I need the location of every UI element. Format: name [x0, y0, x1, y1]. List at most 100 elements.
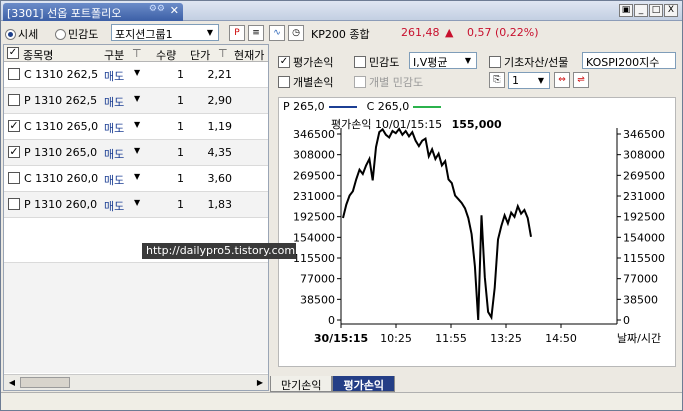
tab-eval-pnl[interactable]: 평가손익	[332, 376, 395, 392]
kp200-label: KP200 종합	[311, 28, 370, 41]
window-tab[interactable]: [3301] 선옵 포트폴리오 ⚙⚙ ✕	[3, 3, 183, 21]
row-checkbox[interactable]	[8, 94, 20, 106]
clock-icon[interactable]: ◷	[288, 25, 304, 41]
pnl-series-line	[342, 127, 532, 321]
iv-select[interactable]: I,V평균 ▼	[409, 52, 477, 69]
table-row[interactable]: ✓ C 1310 265,0 매도 ▼ 1 1,19	[4, 114, 268, 140]
chevron-down-icon[interactable]: ▼	[134, 120, 140, 129]
y-tick-label-right: 346500	[623, 128, 665, 141]
individual-pnl-checkbox[interactable]: 개별손익	[278, 74, 333, 90]
tab-close-icon[interactable]: ✕	[170, 4, 179, 17]
row-price: 2,21	[207, 68, 233, 81]
checkbox-empty-icon	[489, 56, 501, 68]
row-name: P 1310 262,5	[24, 94, 98, 107]
y-tick-label-right: 115500	[623, 252, 665, 265]
row-qty: 1	[177, 68, 184, 81]
maximize-button[interactable]: □	[649, 4, 663, 17]
y-tick-label: 308000	[293, 149, 335, 162]
chart-icon[interactable]: ∿	[269, 25, 285, 41]
checkbox-empty-icon	[354, 56, 366, 68]
select-all-checkbox[interactable]: ✓	[7, 47, 19, 59]
row-price: 2,90	[207, 94, 233, 107]
row-checkbox[interactable]: ✓	[8, 146, 20, 158]
y-tick-label: 231000	[293, 190, 335, 203]
row-type[interactable]: 매도	[104, 94, 124, 110]
chart-svg: 346500 346500 308000 308000 269500 269500 2310…	[293, 127, 665, 345]
copy-icon[interactable]: ⎘	[489, 72, 505, 88]
table-row[interactable]: C 1310 262,5 매도 ▼ 1 2,21	[4, 62, 268, 88]
status-bar	[1, 392, 682, 410]
underlying-checkbox[interactable]: 기초자산/선물	[489, 54, 568, 70]
expand-icon[interactable]: ⇔	[554, 72, 570, 88]
individual-sensitivity-checkbox[interactable]: 개별 민감도	[354, 74, 423, 90]
row-checkbox[interactable]: ✓	[8, 120, 20, 132]
chevron-down-icon[interactable]: ▼	[134, 198, 140, 207]
table-row[interactable]: P 1310 260,0 매도 ▼ 1 1,83	[4, 192, 268, 218]
row-type[interactable]: 매도	[104, 172, 124, 188]
row-checkbox[interactable]	[8, 68, 20, 80]
horizontal-scrollbar[interactable]: ◀ ▶	[4, 374, 268, 390]
row-price: 1,19	[207, 120, 233, 133]
chevron-down-icon: ▼	[537, 76, 545, 85]
row-qty: 1	[177, 94, 184, 107]
row-type[interactable]: 매도	[104, 120, 124, 136]
radio-sensitivity[interactable]: 민감도	[55, 26, 98, 42]
row-type[interactable]: 매도	[104, 198, 124, 214]
tab-maturity-pnl[interactable]: 만기손익	[270, 376, 333, 392]
close-button[interactable]: X	[664, 4, 678, 17]
row-price: 4,35	[207, 146, 233, 159]
restore-button[interactable]: ▣	[619, 4, 633, 17]
row-type[interactable]: 매도	[104, 146, 124, 162]
kp200-value: 261,48	[401, 26, 440, 39]
row-name: C 1310 260,0	[24, 172, 99, 185]
y-tick-label-right: 192500	[623, 211, 665, 224]
table-row[interactable]: C 1310 260,0 매도 ▼ 1 3,60	[4, 166, 268, 192]
x-tick-label: 30/15:15	[314, 332, 368, 345]
radio-on-icon	[5, 28, 16, 40]
y-tick-label-right: 231000	[623, 190, 665, 203]
sensitivity-label: 민감도	[369, 56, 400, 69]
chevron-down-icon[interactable]: ▼	[134, 68, 140, 77]
row-checkbox[interactable]	[8, 198, 20, 210]
list-icon[interactable]: ≡	[248, 25, 264, 41]
scroll-right-icon[interactable]: ▶	[253, 376, 267, 389]
position-table: ✓ 종목명 구분 ⊤ 수량 단가 ⊤ 현재가 C 1310 262,5 매도 ▼…	[3, 44, 269, 391]
chevron-down-icon[interactable]: ▼	[134, 146, 140, 155]
y-tick-label: 269500	[293, 169, 335, 182]
scroll-thumb[interactable]	[20, 377, 70, 388]
tab-settings-icon[interactable]: ⚙⚙	[149, 4, 165, 14]
x-axis-label: 날짜/시간	[617, 332, 661, 345]
export-icon[interactable]: P	[229, 25, 245, 41]
radio-market[interactable]: 시세	[5, 26, 38, 42]
header-price[interactable]: 단가	[190, 47, 210, 63]
y-tick-label: 154000	[293, 231, 335, 244]
chevron-down-icon[interactable]: ▼	[134, 172, 140, 181]
checkbox-empty-icon	[278, 76, 290, 88]
scroll-left-icon[interactable]: ◀	[5, 376, 19, 389]
table-row[interactable]: ✓ P 1310 265,0 매도 ▼ 1 4,35	[4, 140, 268, 166]
header-current[interactable]: 현재가	[234, 47, 264, 63]
period-select[interactable]: 1 ▼	[508, 72, 550, 89]
header-name[interactable]: 종목명	[23, 47, 53, 63]
minimize-button[interactable]: _	[634, 4, 648, 17]
row-price: 3,60	[207, 172, 233, 185]
up-arrow-icon: ▲	[445, 26, 454, 39]
x-tick-label: 11:55	[435, 332, 467, 345]
header-qty[interactable]: 수량	[156, 47, 176, 63]
radio-sensitivity-label: 민감도	[68, 28, 99, 41]
filter-icon[interactable]: ⊤	[218, 47, 228, 60]
watermark-url: http://dailypro5.tistory.com	[142, 243, 296, 259]
underlying-input[interactable]: KOSPI200지수	[582, 52, 676, 69]
row-type[interactable]: 매도	[104, 68, 124, 84]
shrink-icon[interactable]: ⇌	[573, 72, 589, 88]
group-select[interactable]: 포지션그룹1 ▼	[111, 24, 219, 41]
filter-icon[interactable]: ⊤	[132, 47, 142, 60]
sensitivity-checkbox[interactable]: 민감도	[354, 54, 399, 70]
row-checkbox[interactable]	[8, 172, 20, 184]
group-select-value: 포지션그룹1	[115, 28, 173, 41]
chevron-down-icon[interactable]: ▼	[134, 94, 140, 103]
row-qty: 1	[177, 146, 184, 159]
eval-pnl-checkbox[interactable]: ✓ 평가손익	[278, 54, 333, 70]
header-type[interactable]: 구분	[104, 47, 124, 63]
table-row[interactable]: P 1310 262,5 매도 ▼ 1 2,90	[4, 88, 268, 114]
